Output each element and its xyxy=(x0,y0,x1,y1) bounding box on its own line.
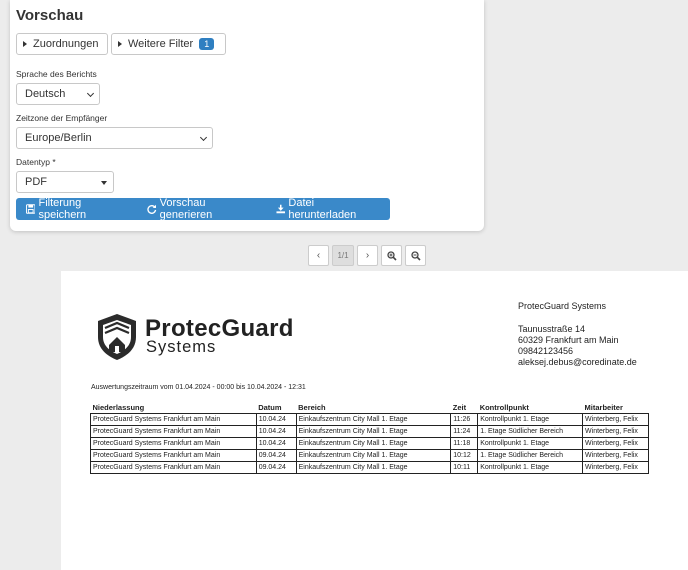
save-filter-label: Filterung speichern xyxy=(38,197,87,221)
more-filters-label: Weitere Filter xyxy=(128,38,194,50)
table-cell: 11:26 xyxy=(450,413,479,426)
download-file-label: Datei herunterladen xyxy=(288,197,357,221)
generate-preview-label: Vorschau generieren xyxy=(159,197,213,221)
company-city: 60329 Frankfurt am Main xyxy=(518,335,619,345)
generate-preview-button[interactable]: Vorschau generieren xyxy=(137,197,266,221)
table-cell: Kontrollpunkt 1. Etage xyxy=(477,413,584,426)
table-cell: Einkaufszentrum City Mall 1. Etage xyxy=(295,425,452,438)
report-table: Niederlassung Datum Bereich Zeit Kontrol… xyxy=(90,402,649,474)
language-label: Sprache des Berichts xyxy=(16,69,97,79)
download-icon xyxy=(276,204,285,214)
table-cell: 11:24 xyxy=(450,425,479,438)
datatype-label: Datentyp * xyxy=(16,157,56,167)
zoom-in-button[interactable] xyxy=(381,245,402,266)
table-cell: Winterberg, Felix xyxy=(582,437,649,450)
table-cell: Winterberg, Felix xyxy=(582,413,649,426)
table-cell: 09.04.24 xyxy=(255,461,297,474)
table-cell: ProtecGuard Systems Frankfurt am Main xyxy=(90,449,257,462)
language-select[interactable]: Deutsch xyxy=(16,83,100,105)
chevron-right-icon: › xyxy=(365,250,370,261)
report-period: Auswertungszeitraum vom 01.04.2024 - 00:… xyxy=(91,384,306,391)
table-cell: 10.04.24 xyxy=(255,413,297,426)
table-header-row: Niederlassung Datum Bereich Zeit Kontrol… xyxy=(90,402,649,414)
chevron-down-icon xyxy=(199,133,208,142)
save-filter-button[interactable]: Filterung speichern xyxy=(16,197,137,221)
save-icon xyxy=(26,204,36,214)
card-title: Vorschau xyxy=(16,7,84,24)
column-header: Mitarbeiter xyxy=(582,402,649,414)
table-cell: Kontrollpunkt 1. Etage xyxy=(477,437,584,450)
company-street: Taunusstraße 14 xyxy=(518,324,586,334)
column-header: Zeit xyxy=(450,402,478,414)
table-cell: 11:18 xyxy=(450,437,479,450)
download-file-button[interactable]: Datei herunterladen xyxy=(266,197,390,221)
table-cell: ProtecGuard Systems Frankfurt am Main xyxy=(90,425,257,438)
table-cell: 1. Etage Südlicher Bereich xyxy=(477,425,584,438)
refresh-icon xyxy=(147,204,157,214)
timezone-label: Zeitzone der Empfänger xyxy=(16,113,108,123)
caret-right-icon xyxy=(23,41,27,47)
company-phone: 09842123456 xyxy=(518,346,574,356)
datatype-select[interactable]: PDF xyxy=(16,171,114,193)
assignments-filter-label: Zuordnungen xyxy=(33,38,99,50)
table-row: ProtecGuard Systems Frankfurt am Main 09… xyxy=(90,449,649,462)
page-indicator: 1/1 xyxy=(332,245,354,266)
table-cell: Kontrollpunkt 1. Etage xyxy=(477,461,584,474)
datatype-value: PDF xyxy=(25,176,47,188)
table-cell: ProtecGuard Systems Frankfurt am Main xyxy=(90,413,257,426)
preview-card: Vorschau Zuordnungen Weitere Filter 1 Sp… xyxy=(10,0,484,231)
chevron-down-icon xyxy=(86,89,95,98)
next-page-button[interactable]: › xyxy=(357,245,378,266)
table-cell: 09.04.24 xyxy=(255,449,297,462)
table-cell: Einkaufszentrum City Mall 1. Etage xyxy=(295,437,452,450)
table-cell: 10:11 xyxy=(450,461,479,474)
report-page: ProtecGuard Systems ProtecGuard Systems … xyxy=(61,271,688,570)
table-cell: Winterberg, Felix xyxy=(582,425,649,438)
zoom-in-icon xyxy=(386,250,397,261)
timezone-select[interactable]: Europe/Berlin xyxy=(16,127,213,149)
table-cell: Einkaufszentrum City Mall 1. Etage xyxy=(295,461,452,474)
table-cell: ProtecGuard Systems Frankfurt am Main xyxy=(90,461,257,474)
table-cell: Winterberg, Felix xyxy=(582,461,649,474)
previous-page-button[interactable]: ‹ xyxy=(308,245,329,266)
column-header: Bereich xyxy=(296,402,451,414)
table-row: ProtecGuard Systems Frankfurt am Main 09… xyxy=(90,461,649,474)
table-cell: 10.04.24 xyxy=(255,425,297,438)
action-button-group: Filterung speichern Vorschau generieren … xyxy=(16,197,390,221)
brand-subtitle: Systems xyxy=(146,338,217,356)
column-header: Datum xyxy=(256,402,297,414)
table-cell: Einkaufszentrum City Mall 1. Etage xyxy=(295,413,452,426)
column-header: Niederlassung xyxy=(90,402,257,414)
table-cell: ProtecGuard Systems Frankfurt am Main xyxy=(90,437,257,450)
table-row: ProtecGuard Systems Frankfurt am Main 10… xyxy=(90,437,649,450)
chevron-left-icon: ‹ xyxy=(316,250,321,261)
timezone-value: Europe/Berlin xyxy=(25,132,92,144)
company-name: ProtecGuard Systems xyxy=(518,301,607,311)
filter-count-badge: 1 xyxy=(199,38,215,50)
caret-down-icon xyxy=(101,181,107,185)
language-value: Deutsch xyxy=(25,88,66,100)
company-email: aleksej.debus@coredinate.de xyxy=(518,357,637,367)
pdf-pager: ‹ 1/1 › xyxy=(308,245,429,266)
zoom-out-button[interactable] xyxy=(405,245,426,266)
caret-right-icon xyxy=(118,41,122,47)
table-row: ProtecGuard Systems Frankfurt am Main 10… xyxy=(90,425,649,438)
table-row: ProtecGuard Systems Frankfurt am Main 10… xyxy=(90,413,649,426)
table-cell: 10.04.24 xyxy=(255,437,297,450)
table-cell: 10:12 xyxy=(450,449,479,462)
table-cell: Einkaufszentrum City Mall 1. Etage xyxy=(295,449,452,462)
more-filters-button[interactable]: Weitere Filter 1 xyxy=(111,33,226,55)
table-cell: Winterberg, Felix xyxy=(582,449,649,462)
table-cell: 1. Etage Südlicher Bereich xyxy=(477,449,584,462)
zoom-out-icon xyxy=(410,250,421,261)
column-header: Kontrollpunkt xyxy=(477,402,583,414)
assignments-filter-button[interactable]: Zuordnungen xyxy=(16,33,108,55)
